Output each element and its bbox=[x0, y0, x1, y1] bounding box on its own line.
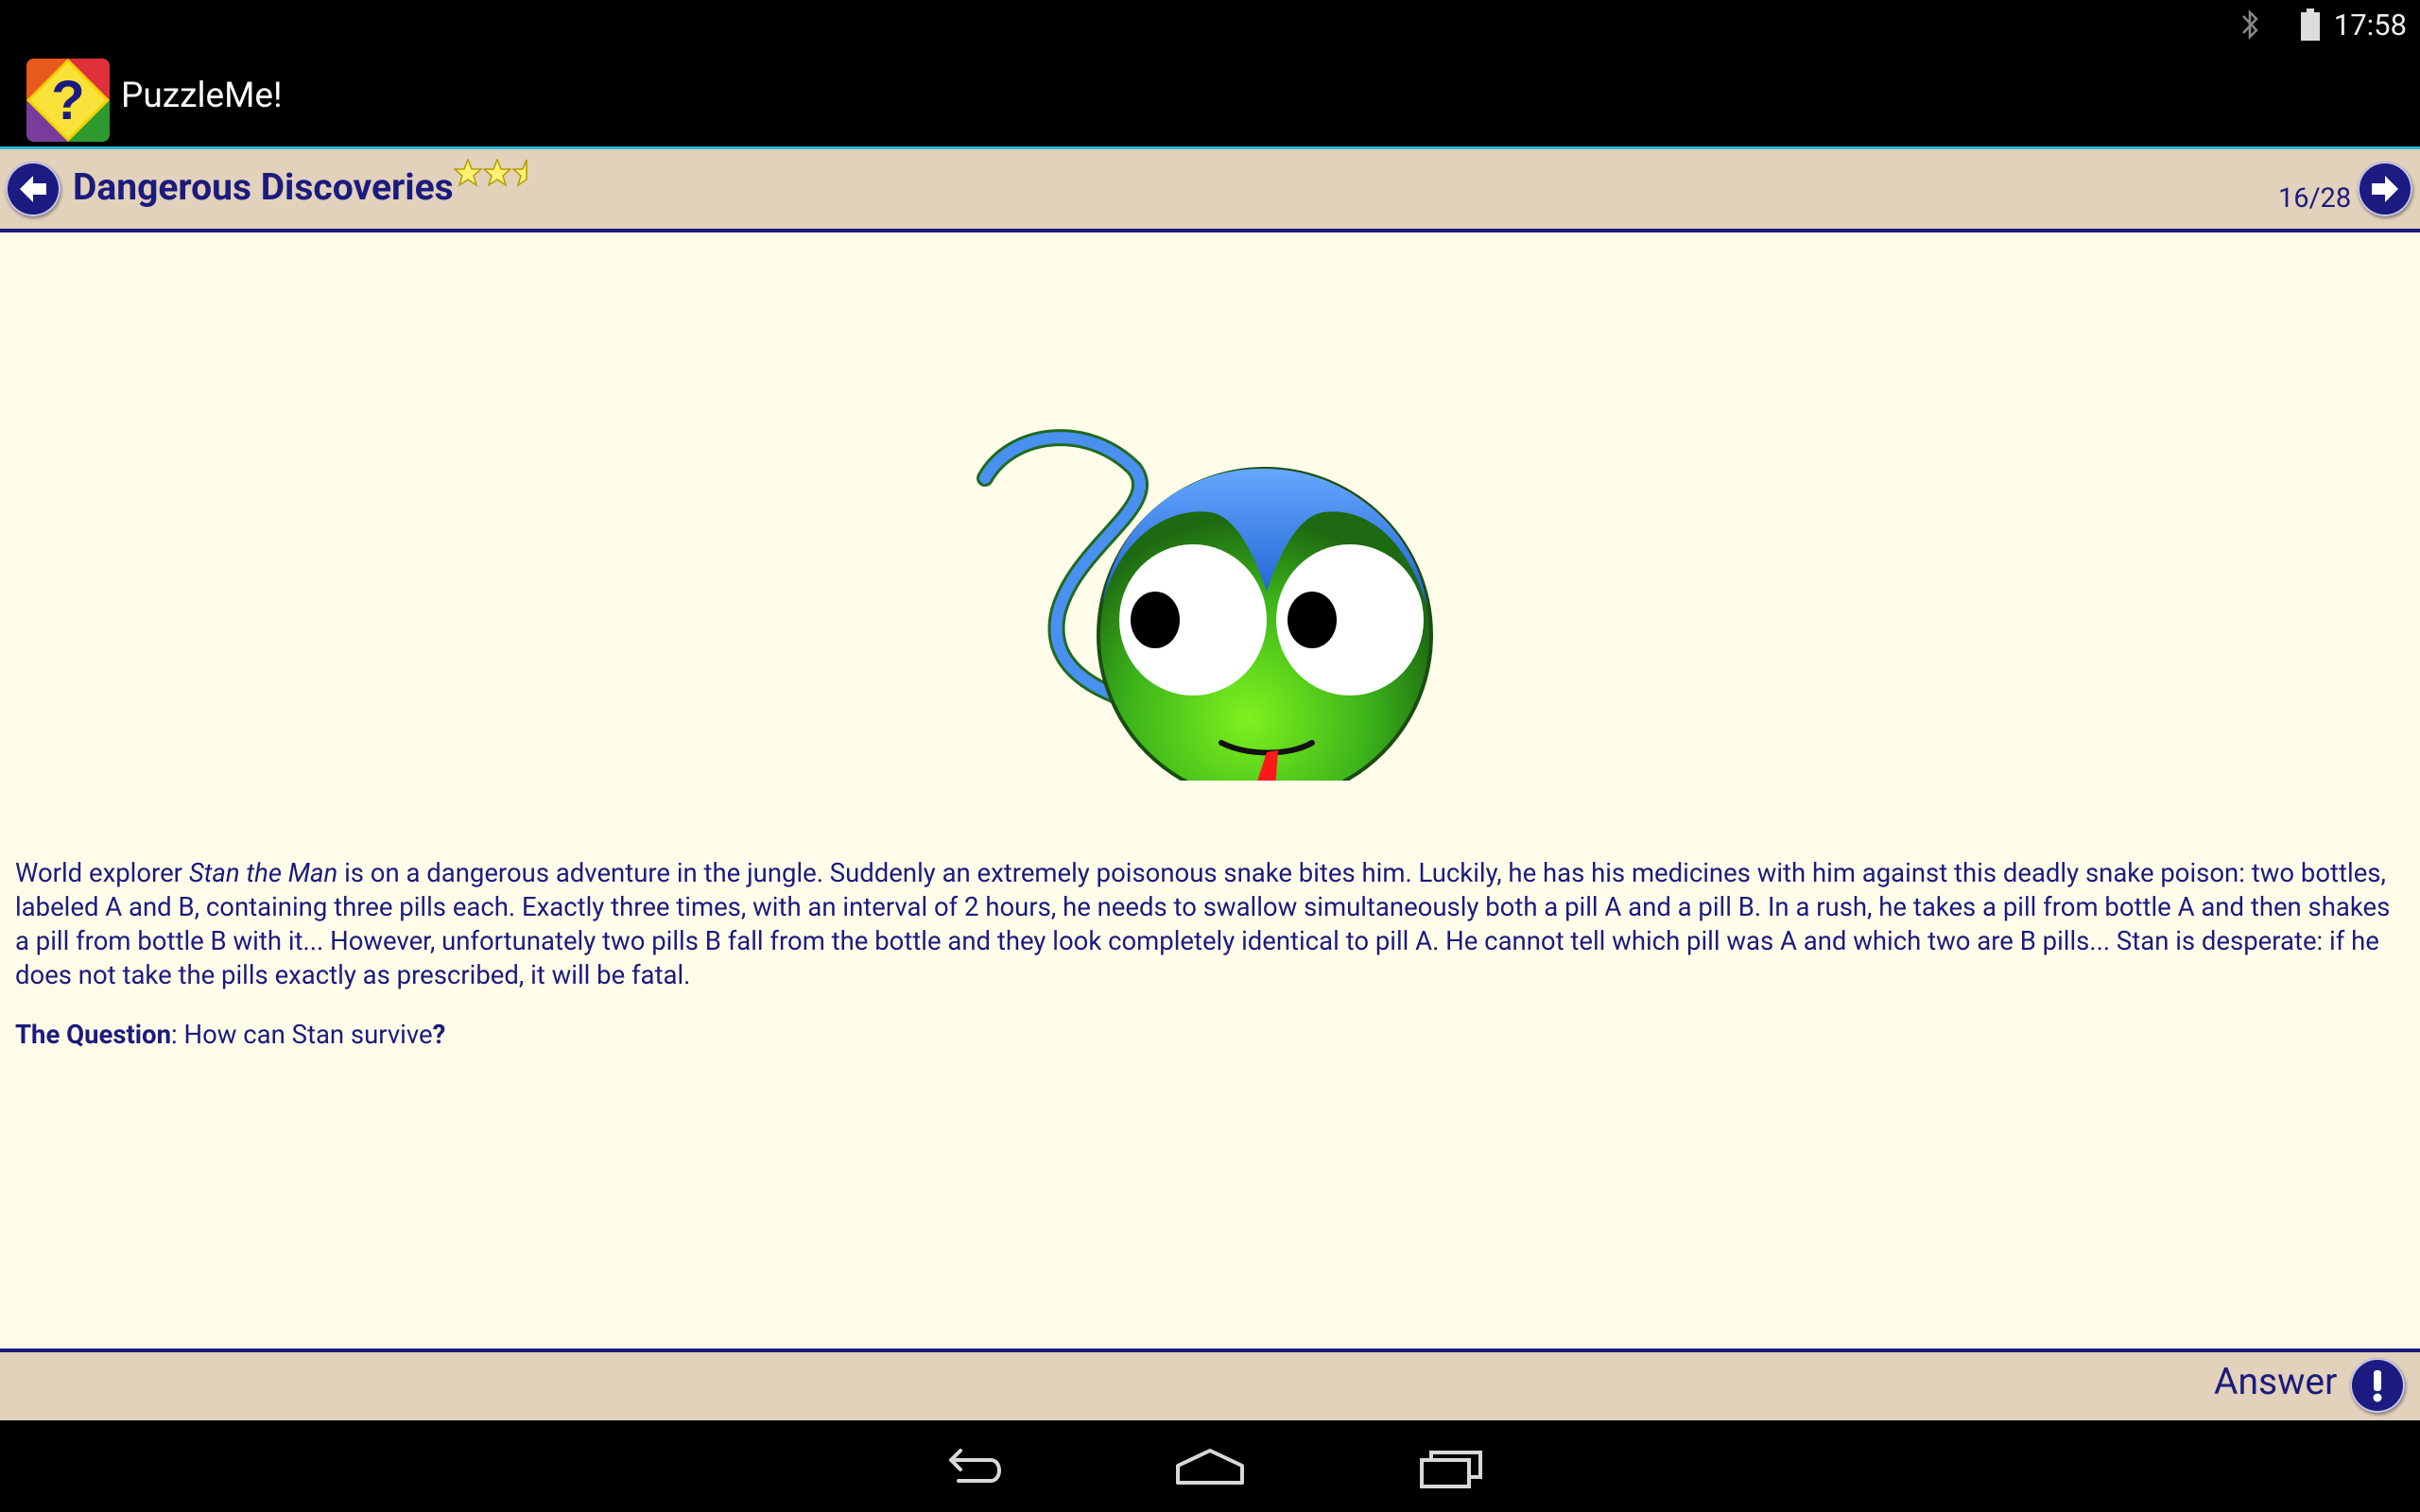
puzzle-description: World explorer Stan the Man is on a dang… bbox=[15, 856, 2407, 992]
star-full-icon bbox=[454, 159, 482, 187]
home-icon[interactable] bbox=[1174, 1445, 1246, 1490]
svg-text:?: ? bbox=[51, 70, 84, 131]
answer-button[interactable] bbox=[2350, 1358, 2405, 1413]
star-full-icon bbox=[483, 159, 511, 187]
answer-label[interactable]: Answer bbox=[2214, 1360, 2337, 1403]
arrow-left-icon bbox=[20, 176, 46, 202]
question-text: How can Stan survive bbox=[183, 1019, 433, 1050]
puzzle-text-body: is on a dangerous adventure in the jungl… bbox=[15, 857, 2391, 990]
previous-puzzle-button[interactable] bbox=[6, 162, 60, 216]
puzzle-content: World explorer Stan the Man is on a dang… bbox=[0, 232, 2420, 1349]
question-mark: ? bbox=[432, 1019, 446, 1050]
recent-apps-icon[interactable] bbox=[1416, 1445, 1488, 1490]
action-bar: ? PuzzleMe! bbox=[0, 49, 2420, 149]
snake-illustration bbox=[977, 429, 1433, 781]
question-label: The Question bbox=[15, 1019, 171, 1050]
puzzle-counter: 16/28 bbox=[2278, 182, 2352, 215]
puzzle-title: Dangerous Discoveries bbox=[73, 165, 454, 209]
star-half-icon bbox=[512, 159, 527, 187]
puzzle-question: The Question: How can Stan survive? bbox=[15, 1019, 445, 1050]
exclamation-icon bbox=[2373, 1370, 2382, 1402]
answer-bar: Answer bbox=[0, 1349, 2420, 1420]
app-logo-icon[interactable]: ? bbox=[26, 59, 110, 142]
next-puzzle-button[interactable] bbox=[2358, 162, 2412, 216]
status-bar: 17:58 bbox=[0, 0, 2420, 49]
puzzle-text-intro: World explorer bbox=[15, 857, 189, 888]
app-title: PuzzleMe! bbox=[121, 76, 283, 116]
puzzle-text-character: Stan the Man bbox=[188, 857, 338, 888]
difficulty-rating bbox=[454, 159, 542, 187]
battery-icon bbox=[2300, 9, 2320, 41]
question-separator: : bbox=[171, 1019, 184, 1050]
arrow-right-icon bbox=[2372, 176, 2398, 202]
back-icon[interactable] bbox=[932, 1445, 1004, 1490]
bluetooth-icon bbox=[2241, 9, 2258, 41]
status-clock: 17:58 bbox=[2333, 7, 2407, 43]
puzzle-header: Dangerous Discoveries 16/28 bbox=[0, 149, 2420, 232]
system-nav-bar bbox=[0, 1420, 2420, 1512]
